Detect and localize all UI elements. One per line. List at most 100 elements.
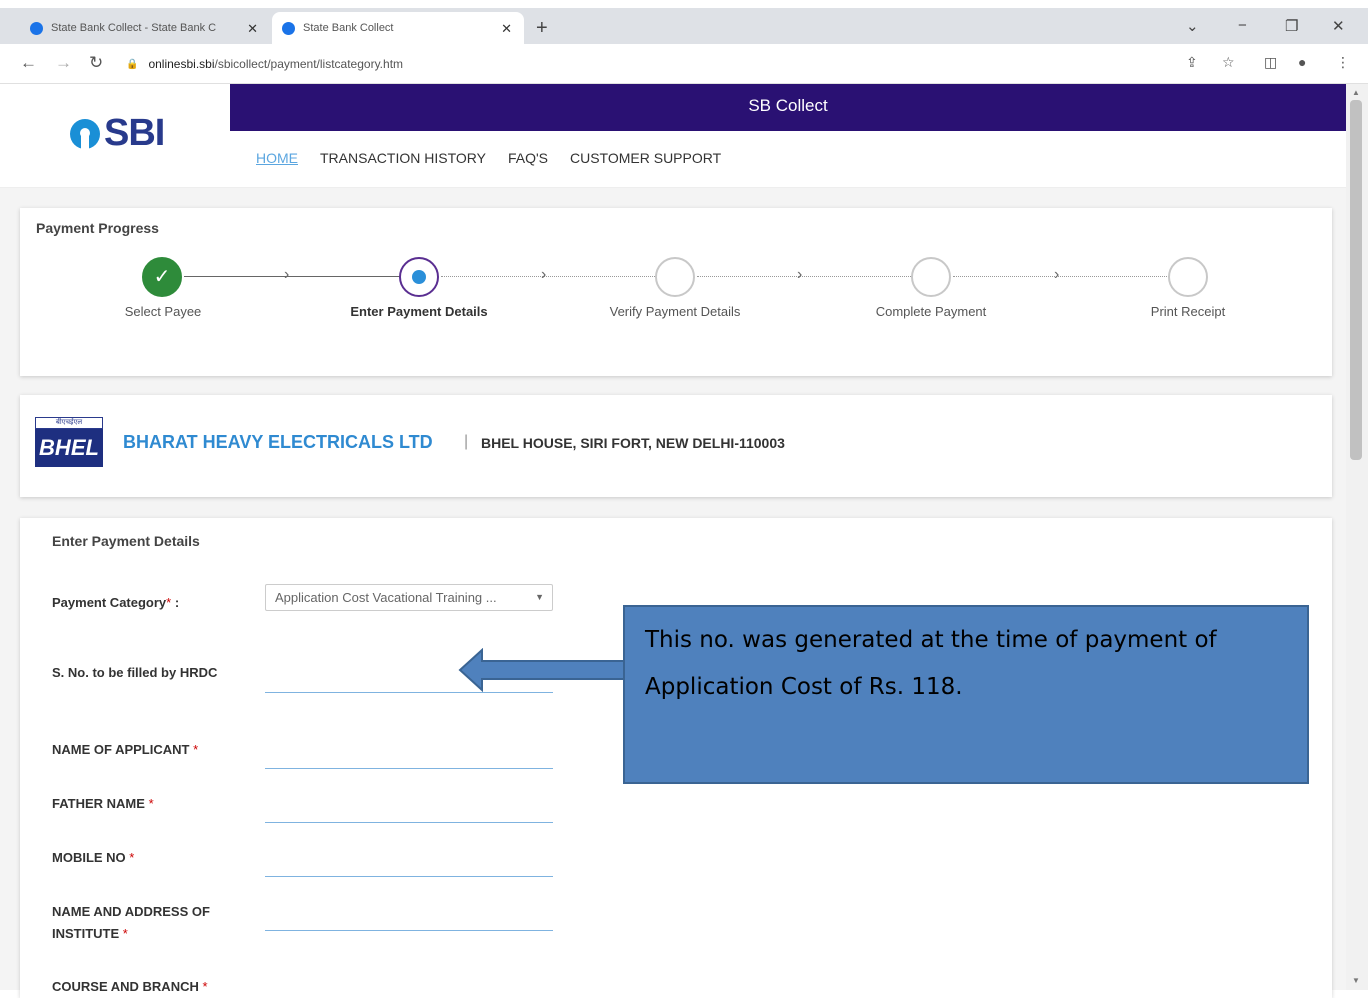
profile-icon[interactable]: ● — [1298, 54, 1306, 70]
field-label-applicant-name: NAME OF APPLICANT * — [52, 739, 242, 761]
callout-arrow-icon — [458, 648, 627, 692]
label-colon: : — [174, 595, 180, 610]
label-text: S. No. to be filled by HRDC — [52, 665, 218, 680]
window-close-icon[interactable]: ✕ — [1332, 17, 1345, 35]
url-host: onlinesbi.sbi — [148, 57, 215, 71]
form-title: Enter Payment Details — [52, 533, 200, 549]
step-complete-payment — [911, 257, 951, 297]
menu-faqs[interactable]: FAQ'S — [508, 150, 548, 166]
browser-tab-active[interactable]: State Bank Collect ✕ — [272, 12, 524, 44]
menu-home[interactable]: HOME — [256, 150, 298, 166]
serial-no-input[interactable] — [265, 692, 553, 693]
address-bar[interactable]: 🔒 onlinesbi.sbi /sbicollect/payment/list… — [126, 52, 1226, 76]
sbi-favicon-icon — [282, 21, 295, 35]
menu-customer-support[interactable]: CUSTOMER SUPPORT — [570, 150, 721, 166]
step-connector — [441, 276, 675, 277]
tab-title: State Bank Collect - State Bank C — [51, 22, 217, 34]
step-print-receipt — [1168, 257, 1208, 297]
field-label-mobile-no: MOBILE NO * — [52, 847, 242, 869]
scroll-up-icon[interactable]: ▲ — [1352, 88, 1360, 97]
bhel-logo-hindi: बीएचईएल — [35, 417, 103, 429]
label-text: MOBILE NO — [52, 850, 126, 865]
tab-title: State Bank Collect — [303, 22, 394, 34]
required-marker: * — [166, 595, 172, 610]
main-menu: HOME TRANSACTION HISTORY FAQ'S CUSTOMER … — [256, 150, 743, 166]
sbi-logo-icon — [70, 118, 100, 149]
site-header: SBI SB Collect HOME TRANSACTION HISTORY … — [0, 84, 1346, 188]
browser-toolbar: ← → ↻ 🔒 onlinesbi.sbi /sbicollect/paymen… — [0, 44, 1368, 84]
browser-tab-bar: State Bank Collect - State Bank C ✕ Stat… — [0, 8, 1368, 44]
banner-title: SB Collect — [748, 96, 828, 115]
payment-progress-card: Payment Progress ✓ › › › › Select Payee … — [20, 208, 1332, 376]
step-label: Print Receipt — [1150, 304, 1226, 319]
sbi-logo[interactable]: SBI — [70, 112, 165, 155]
required-marker: * — [193, 742, 199, 757]
new-tab-icon[interactable]: + — [536, 17, 548, 40]
label-text: FATHER NAME — [52, 796, 145, 811]
url-path: /sbicollect/payment/listcategory.htm — [214, 57, 404, 71]
payee-name: BHARAT HEAVY ELECTRICALS LTD — [123, 432, 433, 452]
bhel-logo: बीएचईएल BHEL — [35, 417, 103, 467]
back-icon[interactable]: ← — [20, 53, 37, 73]
field-label-course-branch: COURSE AND BRANCH * — [52, 976, 242, 998]
required-marker: * — [129, 850, 135, 865]
label-text: NAME OF APPLICANT — [52, 742, 190, 757]
step-label: Verify Payment Details — [609, 304, 741, 319]
page-scrollbar[interactable]: ▲ ▼ — [1346, 84, 1368, 990]
payment-category-label: Payment Category* : — [52, 592, 242, 614]
menu-dots-icon[interactable]: ⋮ — [1336, 54, 1350, 71]
reload-icon[interactable]: ↻ — [89, 53, 103, 73]
chevron-right-icon: › — [1054, 266, 1060, 283]
payee-separator: | — [464, 433, 469, 450]
payee-address: BHEL HOUSE, SIRI FORT, NEW DELHI-110003 — [481, 435, 785, 451]
required-marker: * — [122, 926, 128, 941]
chevron-right-icon: › — [797, 266, 803, 283]
chevron-right-icon: › — [284, 266, 290, 283]
progress-title: Payment Progress — [36, 220, 159, 236]
label-text: COURSE AND BRANCH — [52, 979, 199, 994]
minimize-icon[interactable]: − — [1238, 17, 1247, 34]
payee-card: बीएचईएल BHEL BHARAT HEAVY ELECTRICALS LT… — [20, 395, 1332, 497]
step-label: Select Payee — [124, 304, 202, 319]
tab-close-icon[interactable]: ✕ — [247, 21, 258, 37]
field-label-serial-no: S. No. to be filled by HRDC — [52, 662, 242, 684]
tab-close-icon[interactable]: ✕ — [501, 21, 512, 37]
father-name-input[interactable] — [265, 822, 553, 823]
mobile-no-input[interactable] — [265, 876, 553, 877]
menu-transaction-history[interactable]: TRANSACTION HISTORY — [320, 150, 486, 166]
required-marker: * — [148, 796, 154, 811]
applicant-name-input[interactable] — [265, 768, 553, 769]
selected-category: Application Cost Vacational Training ... — [275, 590, 497, 605]
chevron-right-icon: › — [541, 266, 547, 283]
sbi-logo-text: SBI — [104, 112, 165, 154]
sb-collect-banner: SB Collect — [230, 84, 1346, 131]
scroll-thumb[interactable] — [1350, 100, 1362, 460]
label-text: NAME AND ADDRESS OF INSTITUTE — [52, 904, 210, 941]
bookmark-star-icon[interactable]: ☆ — [1222, 54, 1235, 71]
field-label-institute: NAME AND ADDRESS OF INSTITUTE * — [52, 901, 242, 945]
lock-icon: 🔒 — [126, 58, 139, 70]
bhel-logo-text: BHEL — [35, 429, 103, 467]
tab-search-icon[interactable]: ⌄ — [1186, 17, 1199, 35]
step-label: Complete Payment — [875, 304, 987, 319]
label-text: Payment Category — [52, 595, 167, 610]
scroll-down-icon[interactable]: ▼ — [1352, 976, 1360, 985]
browser-tab[interactable]: State Bank Collect - State Bank C ✕ — [20, 12, 270, 44]
institute-input[interactable] — [265, 930, 553, 931]
payment-category-select[interactable]: Application Cost Vacational Training ...… — [265, 584, 553, 611]
annotation-callout: This no. was generated at the time of pa… — [623, 605, 1309, 784]
step-connector — [697, 276, 931, 277]
sbi-favicon-icon — [30, 21, 43, 35]
callout-text: This no. was generated at the time of pa… — [645, 627, 1217, 700]
share-icon[interactable]: ⇪ — [1186, 54, 1198, 71]
step-select-payee: ✓ — [142, 257, 182, 297]
step-verify-payment-details — [655, 257, 695, 297]
step-connector — [184, 276, 418, 277]
field-label-father-name: FATHER NAME * — [52, 793, 242, 815]
step-enter-payment-details — [399, 257, 439, 297]
restore-icon[interactable]: ❐ — [1285, 17, 1298, 35]
required-marker: * — [202, 979, 208, 994]
side-panel-icon[interactable]: ◫ — [1264, 54, 1277, 71]
forward-icon[interactable]: → — [55, 53, 72, 73]
step-connector — [953, 276, 1187, 277]
